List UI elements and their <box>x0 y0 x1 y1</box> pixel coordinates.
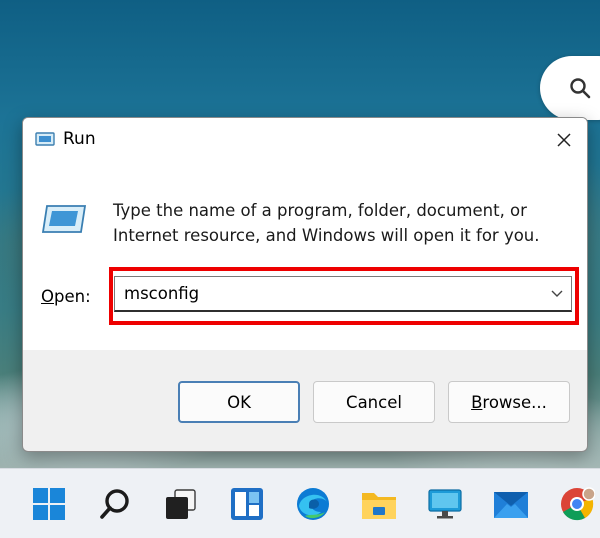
search-icon[interactable] <box>94 483 136 525</box>
open-label-text: pen: <box>54 287 91 306</box>
desktop-search-widget[interactable] <box>540 56 600 120</box>
browse-button[interactable]: Browse... <box>448 381 570 423</box>
windows-start-icon[interactable] <box>28 483 70 525</box>
run-description: Type the name of a program, folder, docu… <box>113 201 540 245</box>
file-explorer-icon[interactable] <box>358 483 400 525</box>
mail-icon[interactable] <box>490 483 532 525</box>
edge-browser-icon[interactable] <box>292 483 334 525</box>
browse-button-text: rowse... <box>482 392 547 412</box>
open-label-access-key: O <box>41 287 54 306</box>
close-button[interactable] <box>541 118 587 162</box>
chevron-down-icon[interactable] <box>551 290 563 298</box>
open-label: Open: <box>41 287 91 306</box>
dialog-title: Run <box>63 129 96 149</box>
task-view-icon[interactable] <box>160 483 202 525</box>
run-program-icon <box>41 202 87 240</box>
run-dialog: Run Type the name of a program, folder, … <box>22 117 588 452</box>
open-combobox[interactable] <box>114 276 572 312</box>
chrome-browser-icon[interactable] <box>556 483 598 525</box>
cancel-button[interactable]: Cancel <box>313 381 435 423</box>
title-bar[interactable]: Run <box>23 118 587 162</box>
ok-button[interactable]: OK <box>178 381 300 423</box>
widgets-icon[interactable] <box>226 483 268 525</box>
run-app-icon <box>35 131 55 151</box>
taskbar <box>0 468 600 538</box>
browse-access-key: B <box>471 392 483 412</box>
remote-desktop-icon[interactable] <box>424 483 466 525</box>
command-input[interactable] <box>115 277 535 310</box>
close-icon <box>557 133 571 147</box>
search-icon <box>570 78 591 99</box>
dialog-content: Type the name of a program, folder, docu… <box>23 162 587 350</box>
